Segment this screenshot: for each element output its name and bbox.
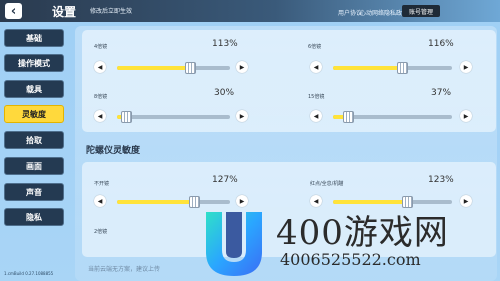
- slider-label-reddot: 红点/全息/机瞄: [310, 181, 344, 187]
- account-management-button[interactable]: 账号管理: [402, 5, 440, 17]
- increase-icon[interactable]: ▶: [236, 195, 248, 207]
- decrease-icon[interactable]: ◀: [94, 195, 106, 207]
- cloud-scheme-hint: 当前云端无方案，建议上传: [88, 266, 161, 273]
- watermark-text: 400游戏网: [276, 213, 449, 253]
- slider-fill: [333, 66, 403, 70]
- slider-label-2x: 2倍镜: [94, 229, 108, 235]
- slider-value-15x: 37%: [431, 88, 452, 98]
- slider-value-no-scope: 127%: [212, 175, 238, 185]
- slider-thumb[interactable]: [397, 62, 409, 74]
- slider-fill: [333, 200, 407, 204]
- sidebar-item-controls[interactable]: 操作模式: [4, 54, 64, 72]
- slider-fill: [117, 200, 194, 204]
- sidebar-item-basic[interactable]: 基础: [4, 29, 64, 47]
- decrease-icon[interactable]: ◀: [310, 110, 322, 122]
- slider-label-4x: 4倍镜: [94, 44, 108, 50]
- increase-icon[interactable]: ▶: [460, 61, 472, 73]
- sidebar-item-sensitivity[interactable]: 灵敏度: [4, 105, 64, 123]
- increase-icon[interactable]: ▶: [460, 110, 472, 122]
- decrease-icon[interactable]: ◀: [94, 110, 106, 122]
- slider-track-8x[interactable]: [117, 111, 230, 123]
- slider-track-4x[interactable]: [117, 62, 230, 74]
- slider-track-reddot[interactable]: [333, 196, 452, 208]
- slider-thumb[interactable]: [343, 111, 355, 123]
- back-arrow-icon[interactable]: ‹: [5, 3, 22, 19]
- watermark-logo-icon: [206, 212, 262, 276]
- user-agreement-link[interactable]: 用户协议: [338, 8, 362, 17]
- privacy-policy-link[interactable]: 心动网络隐私政策: [360, 8, 408, 17]
- apply-hint: 修改后立即生效: [90, 8, 133, 15]
- slider-thumb[interactable]: [188, 196, 200, 208]
- slider-value-6x: 116%: [428, 39, 454, 49]
- slider-label-15x: 15倍镜: [308, 94, 325, 100]
- increase-icon[interactable]: ▶: [236, 110, 248, 122]
- sidebar-item-sound[interactable]: 声音: [4, 183, 64, 201]
- slider-value-8x: 30%: [214, 88, 235, 98]
- sidebar-item-display[interactable]: 画面: [4, 157, 64, 175]
- version-label: 1.cmBuild 0.27.1088855: [4, 271, 54, 276]
- increase-icon[interactable]: ▶: [236, 61, 248, 73]
- slider-label-6x: 6倍镜: [308, 44, 322, 50]
- decrease-icon[interactable]: ◀: [94, 61, 106, 73]
- slider-value-reddot: 123%: [428, 175, 454, 185]
- decrease-icon[interactable]: ◀: [310, 61, 322, 73]
- increase-icon[interactable]: ▶: [460, 195, 472, 207]
- sidebar-item-privacy[interactable]: 隐私: [4, 208, 64, 226]
- slider-value-4x: 113%: [212, 39, 238, 49]
- slider-track-no-scope[interactable]: [117, 196, 230, 208]
- sidebar-item-pickup[interactable]: 拾取: [4, 131, 64, 149]
- gyro-section-title: 陀螺仪灵敏度: [86, 146, 141, 156]
- slider-track-15x[interactable]: [333, 111, 452, 123]
- slider-fill: [117, 66, 191, 70]
- page-title: 设置: [52, 5, 77, 19]
- watermark-phone: 4006525522.com: [280, 250, 421, 269]
- slider-thumb[interactable]: [185, 62, 197, 74]
- slider-track-6x[interactable]: [333, 62, 452, 74]
- slider-label-no-scope: 不开镜: [94, 181, 110, 187]
- slider-thumb[interactable]: [121, 111, 133, 123]
- slider-label-8x: 8倍镜: [94, 94, 108, 100]
- sidebar-item-vehicle[interactable]: 载具: [4, 80, 64, 98]
